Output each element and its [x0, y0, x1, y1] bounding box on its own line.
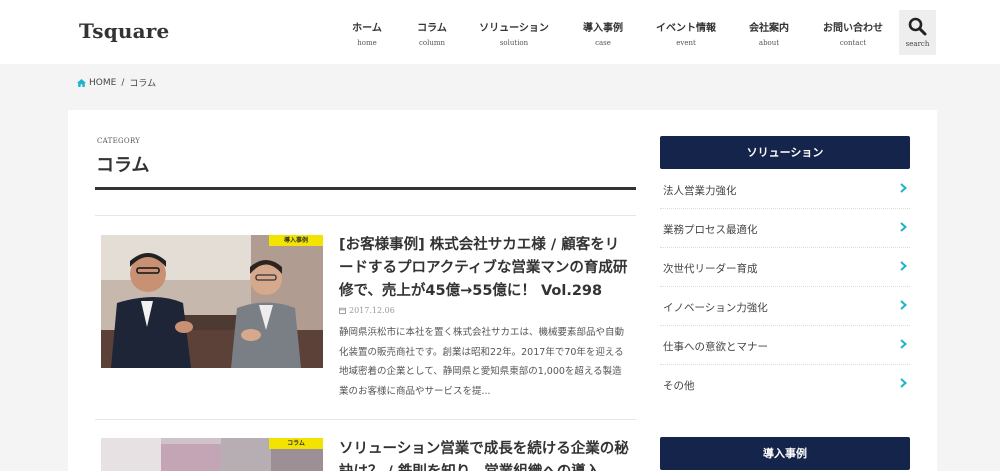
sidebar-item[interactable]: その他: [660, 365, 910, 404]
nav-sublabel: column: [418, 39, 446, 47]
sidebar-item[interactable]: 業務プロセス最適化: [660, 209, 910, 248]
post-category-badge: コラム: [269, 438, 323, 449]
nav-sublabel: case: [595, 39, 611, 47]
nav-label: お問い合わせ: [823, 23, 883, 34]
post-thumbnail[interactable]: コラム: [101, 438, 323, 471]
home-icon: [77, 78, 86, 87]
breadcrumb-home-link[interactable]: HOME: [89, 78, 116, 88]
nav-label: 導入事例: [583, 23, 623, 34]
sidebar-item[interactable]: 仕事への意欲とマナー: [660, 326, 910, 365]
nav-sublabel: home: [357, 39, 377, 47]
post-date-text: 2017.12.06: [349, 306, 395, 315]
page-title: コラム: [96, 155, 150, 176]
divider: [95, 419, 636, 420]
nav-item-home[interactable]: ホーム home: [352, 19, 382, 47]
site-logo[interactable]: Tsquare: [79, 19, 169, 43]
nav-sublabel: contact: [839, 39, 867, 47]
chevron-right-icon: [900, 261, 907, 271]
nav-item-about[interactable]: 会社案内 about: [749, 19, 789, 47]
site-header: Tsquare ホーム home コラム column ソリューション solu…: [0, 0, 1000, 64]
nav-item-column[interactable]: コラム column: [417, 19, 447, 47]
search-button[interactable]: search: [899, 10, 936, 55]
sidebar-item[interactable]: 次世代リーダー育成: [660, 248, 910, 287]
sidebar-item-label: その他: [663, 380, 695, 392]
category-label: CATEGORY: [97, 137, 141, 145]
post-date: 2017.12.06: [339, 306, 395, 315]
chevron-right-icon: [900, 339, 907, 349]
sidebar-heading-solution: ソリューション: [660, 136, 910, 169]
nav-item-case[interactable]: 導入事例 case: [583, 19, 623, 47]
chevron-right-icon: [900, 222, 907, 232]
post-thumbnail[interactable]: 導入事例: [101, 235, 323, 368]
nav-sublabel: solution: [499, 39, 529, 47]
nav-item-solution[interactable]: ソリューション solution: [479, 19, 549, 47]
post-title-link[interactable]: [お客様事例] 株式会社サカエ様 / 顧客をリードするプロアクティブな営業マンの…: [339, 234, 629, 303]
nav-label: ソリューション: [479, 23, 549, 34]
nav-label: 会社案内: [749, 23, 789, 34]
sidebar-item-label: 仕事への意欲とマナー: [663, 341, 768, 353]
nav-label: ホーム: [352, 23, 382, 34]
divider: [95, 215, 636, 216]
chevron-right-icon: [900, 378, 907, 388]
sidebar-item-label: 次世代リーダー育成: [663, 263, 758, 275]
search-icon: [908, 17, 927, 36]
nav-sublabel: about: [758, 39, 780, 47]
search-label: search: [905, 40, 930, 48]
nav-label: コラム: [417, 23, 447, 34]
post-excerpt: 静岡県浜松市に本社を置く株式会社サカエは、機械要素部品や自動化装置の販売商社です…: [339, 327, 625, 397]
sidebar-item-label: 業務プロセス最適化: [663, 224, 758, 236]
post-category-badge: 導入事例: [269, 235, 323, 246]
title-underline: [95, 187, 636, 190]
breadcrumb-separator: /: [121, 77, 125, 88]
interview-photo: [101, 235, 323, 368]
nav-item-contact[interactable]: お問い合わせ contact: [823, 19, 883, 47]
sidebar-item[interactable]: イノベーション力強化: [660, 287, 910, 326]
breadcrumb: HOME / コラム: [77, 76, 156, 89]
post-title-link[interactable]: ソリューション営業で成長を続ける企業の秘訣は？ / 鉄則を知り、営業組織への導入: [339, 438, 629, 471]
chevron-right-icon: [900, 183, 907, 193]
nav-label: イベント情報: [656, 23, 716, 34]
chevron-right-icon: [900, 300, 907, 310]
sidebar-item-label: 法人営業力強化: [663, 185, 737, 197]
breadcrumb-current: コラム: [129, 79, 157, 89]
nav-sublabel: event: [676, 39, 696, 47]
nav-item-event[interactable]: イベント情報 event: [656, 19, 716, 47]
calendar-icon: [339, 307, 346, 314]
sidebar-heading-case: 導入事例: [660, 437, 910, 470]
sidebar-item[interactable]: 法人営業力強化: [660, 170, 910, 209]
sidebar-item-label: イノベーション力強化: [663, 302, 768, 314]
